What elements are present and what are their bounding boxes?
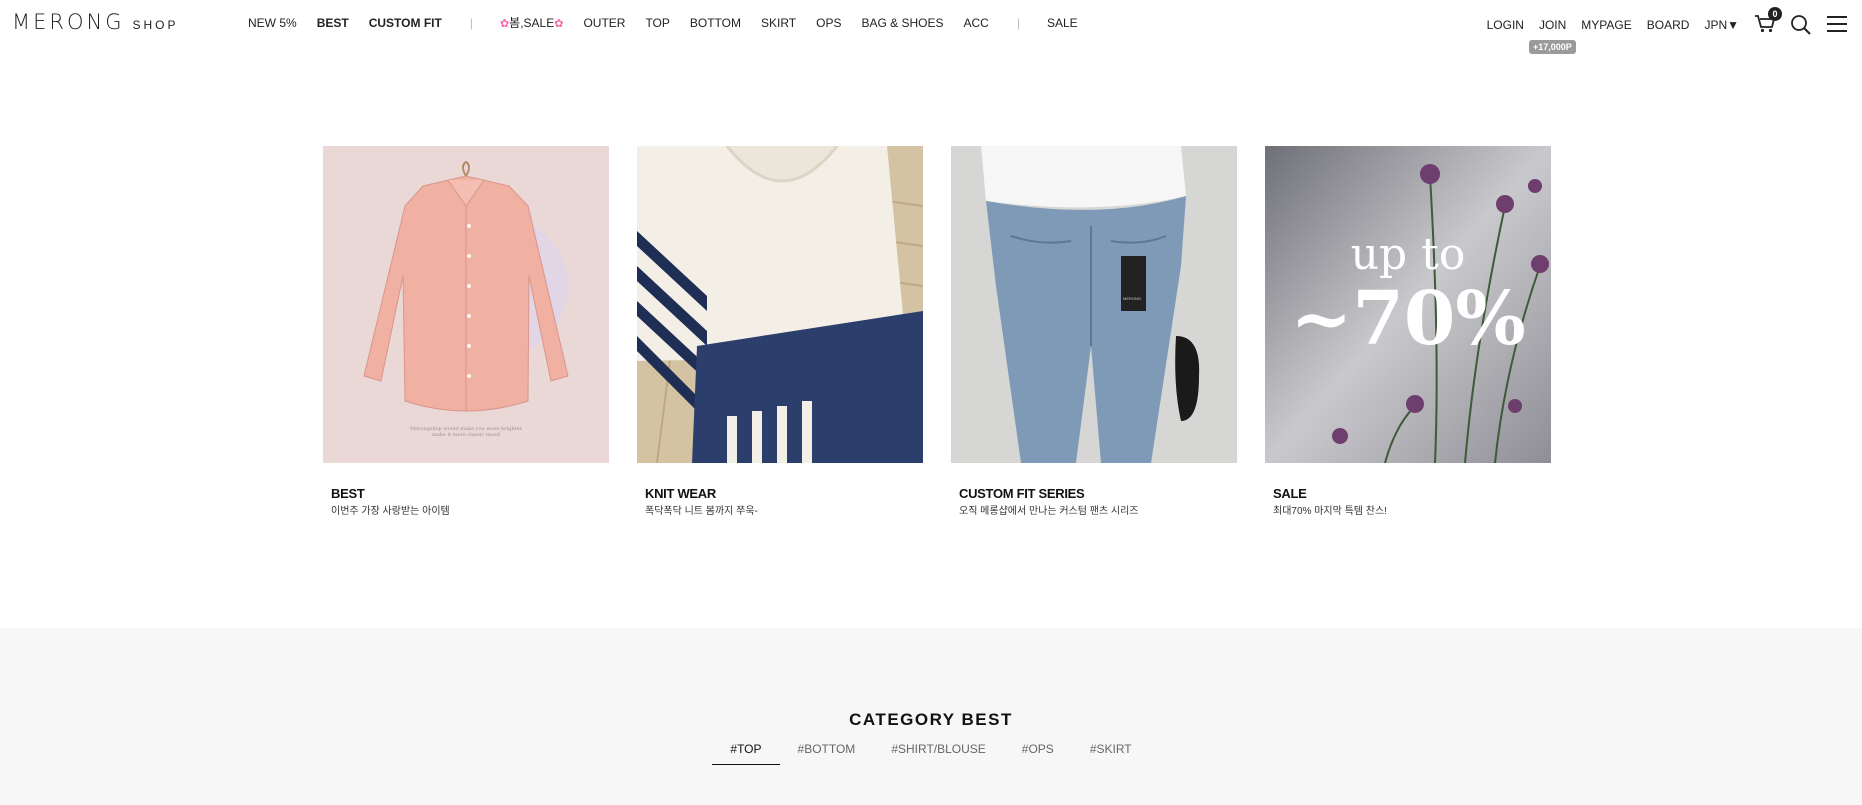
join-points-badge: +17,000P: [1528, 40, 1576, 54]
banner-sale-image: up to ~70%: [1265, 146, 1551, 463]
tab-skirt[interactable]: #SKIRT: [1072, 738, 1150, 765]
cart-icon[interactable]: 0: [1754, 7, 1782, 36]
sale-overlay-line2: ~70%: [1290, 276, 1526, 362]
nav-spring-sale-label: 봄,SALE: [509, 16, 555, 30]
nav-separator: |: [469, 15, 473, 30]
banner-knit-image: [637, 146, 923, 463]
tab-bottom[interactable]: #BOTTOM: [780, 738, 874, 765]
utility-nav: LOGIN JOIN +17,000P MYPAGE BOARD JPN▼ 0: [1487, 7, 1862, 54]
category-best-title: CATEGORY BEST: [849, 710, 1013, 729]
banner-caption: SALE 최대70% 마지막 특템 찬스!: [1265, 463, 1551, 517]
nav-sale[interactable]: SALE: [1047, 16, 1078, 30]
banner-title: SALE: [1273, 486, 1307, 501]
banner-title: CUSTOM FIT SERIES: [959, 486, 1085, 501]
banner-best-image-caption: Merongshop would make you more brighter …: [323, 426, 609, 438]
logo[interactable]: MERONG SHOP: [12, 10, 179, 34]
banner-subtitle: 오직 메롱샵에서 만나는 커스텀 팬츠 시리즈: [959, 506, 1139, 517]
tab-top[interactable]: #TOP: [712, 738, 780, 765]
banner-title: BEST: [331, 486, 365, 501]
logo-main-text: MERONG: [12, 10, 125, 34]
banner-sale[interactable]: up to ~70% SALE 최대70% 마지막 특템 찬스!: [1265, 146, 1551, 517]
logo-sub-text: SHOP: [132, 18, 179, 32]
login-link[interactable]: LOGIN: [1487, 18, 1524, 32]
category-best-section: CATEGORY BEST #TOP #BOTTOM #SHIRT/BLOUSE…: [0, 628, 1862, 805]
nav-acc[interactable]: ACC: [964, 16, 989, 30]
nav-new[interactable]: NEW 5%: [248, 16, 297, 30]
banner-caption: KNIT WEAR 폭닥폭닥 니트 봄까지 쭈욱-: [637, 463, 923, 517]
banner-custom-fit-image: MERONG: [951, 146, 1237, 463]
cart-count-badge: 0: [1768, 7, 1782, 21]
banner-title: KNIT WEAR: [645, 486, 716, 501]
site-header: MERONG SHOP NEW 5% BEST CUSTOM FIT | ✿봄,…: [0, 0, 1862, 54]
tab-ops[interactable]: #OPS: [1004, 738, 1072, 765]
banner-subtitle: 폭닥폭닥 니트 봄까지 쭈욱-: [645, 506, 758, 517]
flower-icon: ✿: [554, 18, 564, 30]
banner-best-image: Merongshop would make you more brighter …: [323, 146, 609, 463]
banner-custom-fit[interactable]: MERONG CUSTOM FIT SERIES 오직 메롱샵에서 만나는 커스…: [951, 146, 1237, 517]
category-tabs: #TOP #BOTTOM #SHIRT/BLOUSE #OPS #SKIRT: [0, 738, 1862, 765]
banner-best[interactable]: Merongshop would make you more brighter …: [323, 146, 609, 517]
tab-shirt-blouse[interactable]: #SHIRT/BLOUSE: [873, 738, 1003, 765]
join-link[interactable]: JOIN +17,000P: [1528, 18, 1576, 54]
sale-overlay: up to ~70%: [1265, 229, 1551, 362]
mypage-link[interactable]: MYPAGE: [1581, 18, 1631, 32]
nav-bag-shoes[interactable]: BAG & SHOES: [861, 16, 943, 30]
board-link[interactable]: BOARD: [1647, 18, 1690, 32]
sale-overlay-line1: up to: [1350, 229, 1466, 280]
pants-tag-text: MERONG: [1123, 296, 1141, 301]
image-caption-line: make it more classic mood: [432, 432, 500, 438]
nav-custom-fit[interactable]: CUSTOM FIT: [369, 16, 442, 30]
menu-icon[interactable]: [1826, 14, 1852, 36]
nav-top[interactable]: TOP: [645, 16, 669, 30]
nav-separator: |: [1016, 15, 1020, 30]
nav-skirt[interactable]: SKIRT: [761, 16, 796, 30]
banner-knit-wear[interactable]: KNIT WEAR 폭닥폭닥 니트 봄까지 쭈욱-: [637, 146, 923, 517]
banner-caption: BEST 이번주 가장 사랑받는 아이템: [323, 463, 609, 517]
banner-subtitle: 최대70% 마지막 특템 찬스!: [1273, 506, 1387, 517]
main-nav: NEW 5% BEST CUSTOM FIT | ✿봄,SALE✿ OUTER …: [248, 14, 1098, 31]
nav-ops[interactable]: OPS: [816, 16, 841, 30]
nav-best[interactable]: BEST: [317, 16, 349, 30]
nav-spring-sale[interactable]: ✿봄,SALE✿: [500, 14, 564, 31]
banner-subtitle: 이번주 가장 사랑받는 아이템: [331, 506, 450, 517]
feature-banners: Merongshop would make you more brighter …: [323, 146, 1579, 517]
flower-icon: ✿: [499, 18, 510, 30]
join-label: JOIN: [1538, 18, 1567, 32]
search-icon[interactable]: [1790, 14, 1816, 36]
nav-outer[interactable]: OUTER: [583, 16, 625, 30]
nav-bottom[interactable]: BOTTOM: [690, 16, 741, 30]
language-select[interactable]: JPN▼: [1704, 18, 1739, 32]
banner-caption: CUSTOM FIT SERIES 오직 메롱샵에서 만나는 커스텀 팬츠 시리…: [951, 463, 1237, 517]
